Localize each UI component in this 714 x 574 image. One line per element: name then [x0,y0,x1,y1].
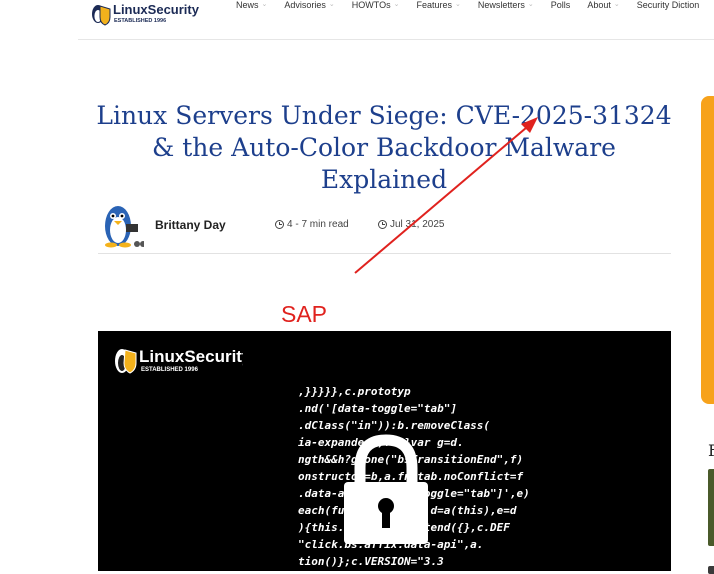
code-line: ,}}}}},c.prototyp [298,385,411,398]
nav-item-newsletters[interactable]: Newsletters ⌄ [478,0,534,10]
logo-text: LinuxSecurity [113,2,200,17]
read-time: 4 - 7 min read [275,219,349,230]
code-line: .nd('[data-toggle="tab"] [298,402,457,415]
code-line: .dClass("in")):b.removeClass( [298,419,491,432]
nav-item-polls[interactable]: Polls [551,0,571,10]
publish-date: Jul 31, 2025 [378,219,445,230]
sidebar-heading: F [708,441,714,460]
top-navbar: LinuxSecurity ESTABLISHED 1996 News ⌄ Adv… [78,0,714,40]
chevron-down-icon: ⌄ [613,1,620,8]
chevron-down-icon: ⌄ [328,1,335,8]
clock-icon [275,220,284,229]
chevron-down-icon: ⌄ [455,1,461,8]
clock-icon [378,220,387,229]
nav-item-features[interactable]: Features ⌄ [417,0,461,10]
image-logo: LinuxSecurity ESTABLISHED 1996 [108,341,252,382]
sidebar-ad-banner[interactable] [701,96,714,404]
nav-item-about[interactable]: About ⌄ [587,0,619,10]
chevron-down-icon: ⌄ [261,1,268,8]
nav-item-news[interactable]: News ⌄ [236,0,267,10]
article-title: Linux Servers Under Siege: CVE-2025-3132… [96,101,672,194]
sidebar-article-thumbnail[interactable] [708,469,714,546]
sidebar-article-thumbnail[interactable] [708,566,714,574]
chevron-down-icon: ⌄ [527,1,534,8]
image-logo-tagline: ESTABLISHED 1996 [141,367,199,373]
main-nav: News ⌄ Advisories ⌄ HOWTOs ⌄ Features ⌄ News… [236,0,714,14]
author-name[interactable]: Brittany Day [155,218,226,232]
logo-tagline: ESTABLISHED 1996 [114,18,166,24]
padlock-icon [342,434,430,551]
nav-item-advisories[interactable]: Advisories ⌄ [284,0,334,10]
annotation-label: SAP [281,301,328,327]
nav-item-security-dictionary[interactable]: Security Diction [637,0,700,10]
author-meta-row: Brittany Day 4 - 7 min read Jul 31, 2025 [98,200,671,254]
nav-item-howtos[interactable]: HOWTOs ⌄ [352,0,400,10]
chevron-down-icon: ⌄ [393,1,400,8]
site-logo[interactable]: LinuxSecurity ESTABLISHED 1996 [86,0,211,26]
author-avatar[interactable] [98,202,146,248]
featured-image: LinuxSecurity ESTABLISHED 1996 ,}}}}},c.… [98,331,671,571]
code-line: tion()};c.VERSION="3.3 [298,555,444,568]
image-logo-text: LinuxSecurity [139,347,243,366]
